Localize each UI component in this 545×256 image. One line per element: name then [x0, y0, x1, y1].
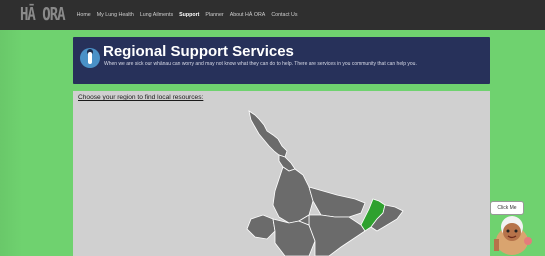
region-auckland[interactable]	[278, 154, 296, 172]
nav-link-my-lung-health[interactable]: My Lung Health	[97, 12, 134, 18]
map-panel: Choose your region to find local resourc…	[73, 91, 490, 256]
assistant-mascot-icon[interactable]	[488, 211, 543, 256]
page-title: Regional Support Services	[103, 43, 294, 60]
page-banner: Regional Support Services When we are si…	[73, 37, 490, 84]
nav-menu: Home My Lung Health Lung Ailments Suppor…	[77, 12, 304, 18]
nav-link-planner[interactable]: Planner	[205, 12, 223, 18]
region-bay-of-plenty[interactable]	[308, 186, 366, 218]
site-logo[interactable]: HĀ ORA	[20, 5, 66, 25]
nav-link-support[interactable]: Support	[179, 12, 199, 18]
nz-region-map	[246, 110, 404, 256]
nav-link-contact[interactable]: Contact Us	[271, 12, 297, 18]
info-icon	[80, 48, 100, 68]
nav-link-lung-ailments[interactable]: Lung Ailments	[140, 12, 173, 18]
page-subtitle: When we are sick our whānau can worry an…	[104, 61, 417, 67]
left-shade	[0, 30, 22, 256]
region-northland[interactable]	[248, 110, 288, 158]
nav-link-home[interactable]: Home	[77, 12, 91, 18]
region-waikato[interactable]	[272, 166, 314, 224]
region-hawkes-bay[interactable]	[308, 214, 366, 256]
top-navbar: HĀ ORA Home My Lung Health Lung Ailments…	[0, 0, 545, 30]
nav-link-about[interactable]: About HĀ ORA	[230, 12, 266, 18]
region-taranaki[interactable]	[246, 214, 276, 240]
